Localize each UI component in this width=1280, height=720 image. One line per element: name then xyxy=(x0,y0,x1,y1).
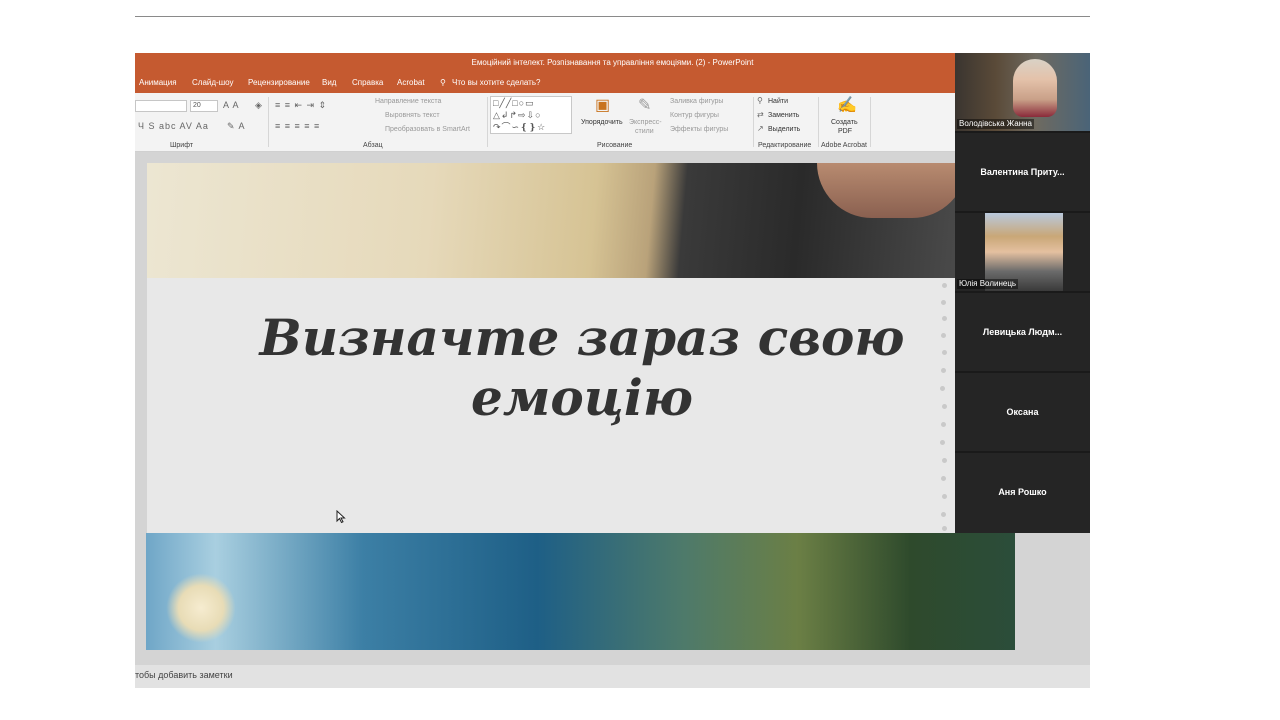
create-pdf-icon[interactable]: ✍ xyxy=(837,95,858,115)
font-format-icons[interactable]: Ч S abc AV Aa xyxy=(138,121,209,131)
participant-name: Аня Рошко xyxy=(998,487,1047,497)
participant-name: Юлія Волинець xyxy=(957,279,1019,289)
top-divider xyxy=(135,16,1090,17)
participant-tile[interactable]: Оксана xyxy=(955,373,1090,451)
participant-name: Левицька Людм... xyxy=(982,327,1063,337)
ribbon-separator xyxy=(870,97,871,147)
text-direction-cmd[interactable]: Направление текста xyxy=(375,98,441,105)
slide-bottom-photo xyxy=(146,533,1015,650)
tab-animations[interactable]: Анимация xyxy=(139,78,177,87)
participant-tile[interactable]: Левицька Людм... xyxy=(955,293,1090,371)
shapes-gallery[interactable]: □╱╱□○▭ △↲↱⇨⇩○ ↷⌒∽❴❵☆ xyxy=(490,96,572,134)
face-photo xyxy=(817,163,967,218)
arrange-button[interactable]: Упорядочить xyxy=(581,119,623,126)
tab-view[interactable]: Вид xyxy=(322,78,336,87)
slide-title-line1: Визначте зараз свою xyxy=(259,308,905,367)
slide-title-area[interactable]: Визначте зараз свою емоцію xyxy=(147,278,955,533)
slide-title-line2: емоцію xyxy=(471,368,693,427)
participant-tile[interactable]: Володівська Жанна xyxy=(955,53,1090,131)
tell-me-icon: ⚲ xyxy=(440,78,446,87)
menu-bar: Анимация Слайд-шоу Рецензирование Вид Сп… xyxy=(135,73,1090,93)
participant-name: Володівська Жанна xyxy=(957,119,1034,129)
quick-styles-icon[interactable]: ✎ xyxy=(638,95,652,115)
powerpoint-window: Емоційний інтелект. Розпізнавання та упр… xyxy=(135,53,1090,688)
participant-name: Оксана xyxy=(1006,407,1039,417)
group-paragraph-label: Абзац xyxy=(363,142,383,149)
shape-fill-cmd[interactable]: Заливка фигуры xyxy=(670,98,723,105)
tab-help[interactable]: Справка xyxy=(352,78,383,87)
create-pdf-button-line2: PDF xyxy=(838,128,852,135)
highlight-color-icons[interactable]: ✎ A xyxy=(227,121,246,132)
window-title-text: Емоційний інтелект. Розпізнавання та упр… xyxy=(471,58,754,67)
find-button[interactable]: Найти xyxy=(768,98,788,105)
slide-title[interactable]: Визначте зараз свою емоцію xyxy=(147,308,1017,428)
quick-styles-button[interactable]: Экспресс- xyxy=(629,119,662,126)
window-title: Емоційний інтелект. Розпізнавання та упр… xyxy=(135,53,1090,73)
replace-icon: ⇄ xyxy=(757,110,765,119)
ribbon-separator xyxy=(268,97,269,147)
slide-top-photo xyxy=(147,163,967,278)
participant-tile[interactable]: Валентина Приту... xyxy=(955,133,1090,211)
ribbon-separator xyxy=(753,97,754,147)
smartart-cmd[interactable]: Преобразовать в SmartArt xyxy=(385,126,470,133)
participant-name: Валентина Приту... xyxy=(980,167,1065,177)
video-participants-panel: Володівська Жанна Валентина Приту... Юлі… xyxy=(955,53,1090,533)
participant-video xyxy=(1013,59,1057,117)
alignment-icons[interactable]: ≡ ≡ ≡ ≡ ≡ xyxy=(275,121,320,131)
arrange-icon[interactable]: ▣ xyxy=(595,95,611,115)
list-icons[interactable]: ≡ ≡ ⇤ ⇥ ⇕ xyxy=(275,100,327,111)
font-grow-shrink-icon[interactable]: A A xyxy=(223,100,240,110)
create-pdf-button[interactable]: Создать xyxy=(831,119,858,126)
notes-bar[interactable]: тобы добавить заметки xyxy=(135,665,1090,688)
select-icon: ↗ xyxy=(757,124,765,133)
clear-format-icon[interactable]: ◈ xyxy=(255,100,263,111)
group-editing-label: Редактирование xyxy=(758,142,812,149)
participant-tile[interactable]: Аня Рошко xyxy=(955,453,1090,533)
tab-review[interactable]: Рецензирование xyxy=(248,78,310,87)
font-name-box[interactable] xyxy=(135,100,187,112)
group-font-label: Шрифт xyxy=(170,142,194,149)
ribbon: 20 A A ◈ Ч S abc AV Aa ✎ A Шрифт ≡ ≡ ⇤ ⇥… xyxy=(135,93,1090,152)
font-size-box[interactable]: 20 xyxy=(190,100,218,112)
decorative-dots xyxy=(940,278,952,533)
tell-me-search[interactable]: Что вы хотите сделать? xyxy=(452,78,540,87)
tab-acrobat[interactable]: Acrobat xyxy=(397,78,425,87)
ribbon-separator xyxy=(818,97,819,147)
replace-button[interactable]: Заменить xyxy=(768,112,799,119)
participant-tile[interactable]: Юлія Волинець xyxy=(955,213,1090,291)
find-icon: ⚲ xyxy=(757,96,764,105)
notes-placeholder[interactable]: тобы добавить заметки xyxy=(135,670,233,680)
shape-effects-cmd[interactable]: Эффекты фигуры xyxy=(670,126,728,133)
quick-styles-button-line2: стили xyxy=(635,128,654,135)
group-drawing-label: Рисование xyxy=(597,142,633,149)
tab-slideshow[interactable]: Слайд-шоу xyxy=(192,78,233,87)
align-text-cmd[interactable]: Выровнять текст xyxy=(385,112,440,119)
ribbon-separator xyxy=(487,97,488,147)
group-acrobat-label: Adobe Acrobat xyxy=(821,142,867,149)
bokeh-light xyxy=(166,573,236,643)
select-button[interactable]: Выделить xyxy=(768,126,800,133)
shape-outline-cmd[interactable]: Контур фигуры xyxy=(670,112,719,119)
mouse-cursor-icon xyxy=(336,510,346,524)
